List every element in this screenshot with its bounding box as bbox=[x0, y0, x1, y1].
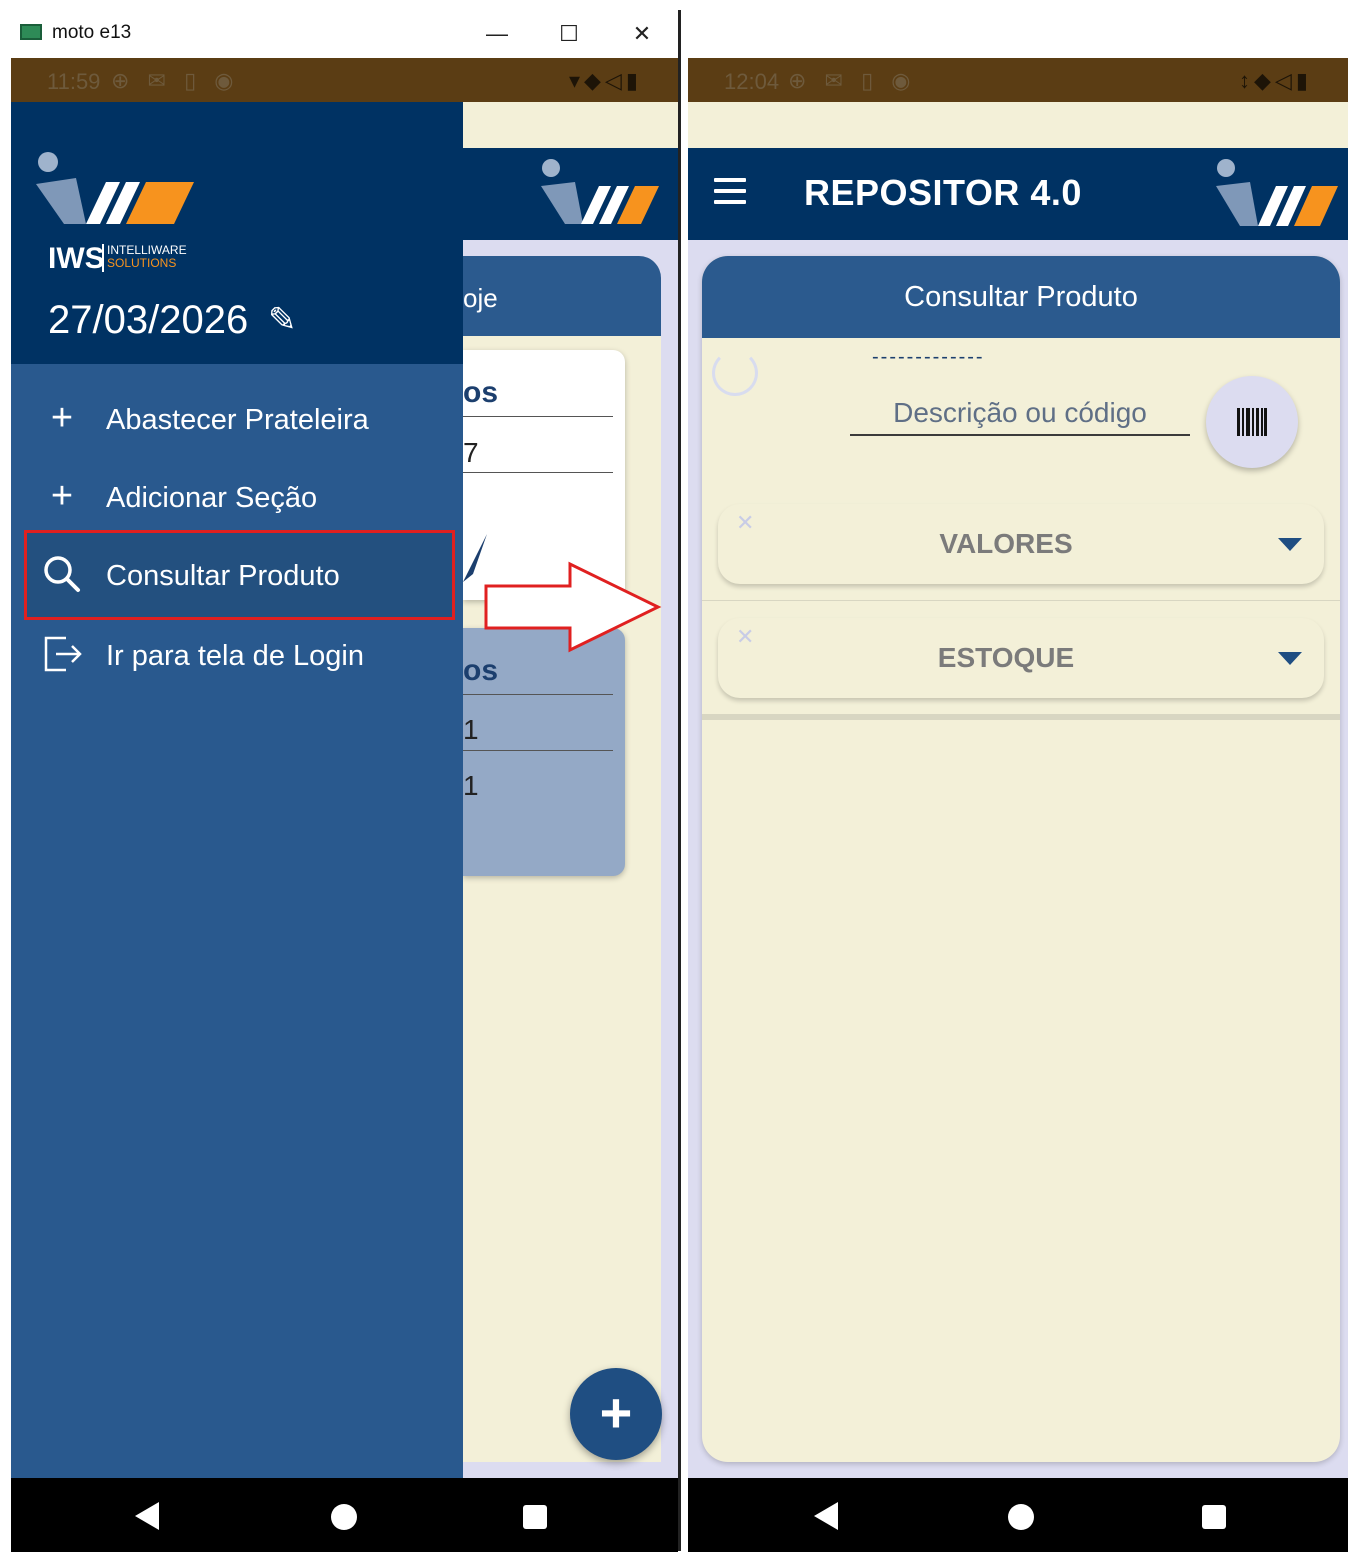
edit-date-icon[interactable]: ✎ bbox=[268, 300, 297, 340]
plus-icon: + bbox=[599, 1381, 633, 1444]
chevron-down-icon bbox=[1278, 538, 1302, 551]
home-icon[interactable] bbox=[1008, 1504, 1034, 1530]
minimize-button[interactable]: — bbox=[477, 14, 517, 54]
drawer-date: 27/03/2026 bbox=[48, 298, 249, 342]
menu-item-abastecer-prateleira[interactable]: + Abastecer Prateleira bbox=[24, 374, 455, 464]
chevron-down-icon bbox=[1278, 652, 1302, 665]
logo-subtitle: INTELLIWARE SOLUTIONS bbox=[107, 244, 187, 270]
divider bbox=[463, 694, 613, 695]
search-input[interactable] bbox=[850, 392, 1190, 436]
logo-sub-line-2: SOLUTIONS bbox=[107, 256, 177, 270]
menu-hamburger-icon[interactable] bbox=[714, 178, 746, 206]
maximize-button[interactable]: ☐ bbox=[549, 14, 589, 54]
accordion-label: ESTOQUE bbox=[937, 642, 1075, 673]
divider bbox=[463, 416, 613, 417]
app-title: REPOSITOR 4.0 bbox=[804, 172, 1082, 213]
home-icon[interactable] bbox=[331, 1504, 357, 1530]
blue-card-value: 1 bbox=[463, 714, 479, 745]
window-title: moto e13 bbox=[52, 22, 132, 43]
search-icon bbox=[42, 554, 82, 594]
logout-icon bbox=[42, 634, 82, 674]
divider bbox=[702, 714, 1340, 720]
blue-card-heading: os bbox=[463, 654, 499, 687]
refresh-icon[interactable] bbox=[712, 350, 758, 396]
white-card-value: 7 bbox=[463, 437, 479, 468]
app-bar-behind bbox=[463, 148, 678, 240]
status-system-icons: ▾◆◁▮ bbox=[569, 68, 642, 93]
menu-item-label: Abastecer Prateleira bbox=[106, 404, 369, 436]
plus-icon: + bbox=[50, 397, 74, 439]
android-nav-bar-right bbox=[688, 1478, 1348, 1552]
status-notification-icons: ⊕ ✉ ▯ ◉ bbox=[111, 68, 240, 93]
menu-item-label: Adicionar Seção bbox=[106, 482, 318, 514]
divider bbox=[463, 750, 613, 751]
menu-item-consultar-produto[interactable]: Consultar Produto bbox=[24, 530, 455, 620]
right-top-area bbox=[688, 0, 1348, 58]
menu-item-label: Ir para tela de Login bbox=[106, 640, 364, 672]
status-time: 11:59 bbox=[47, 69, 101, 94]
iws-logo-icon bbox=[36, 152, 194, 224]
recents-icon[interactable] bbox=[1202, 1505, 1226, 1529]
barcode-icon bbox=[1237, 408, 1267, 436]
white-card-heading: os bbox=[463, 376, 499, 409]
screenshot-divider bbox=[678, 10, 681, 1551]
annotation-arrow-icon bbox=[484, 561, 662, 653]
plus-icon: + bbox=[50, 475, 74, 517]
android-nav-bar-left bbox=[11, 1478, 678, 1552]
app-window-icon bbox=[20, 24, 42, 40]
logo-divider bbox=[102, 244, 104, 272]
close-button[interactable]: ✕ bbox=[622, 14, 662, 54]
divider bbox=[463, 472, 613, 473]
status-system-icons: ↕◆◁▮ bbox=[1239, 68, 1312, 93]
menu-item-label: Consultar Produto bbox=[106, 560, 340, 592]
menu-item-adicionar-secao[interactable]: + Adicionar Seção bbox=[24, 452, 455, 542]
product-name-placeholder: ------------- bbox=[872, 346, 985, 368]
barcode-scan-button[interactable] bbox=[1206, 376, 1298, 468]
card-header-fragment: oje bbox=[463, 283, 498, 313]
card-title: Consultar Produto bbox=[904, 281, 1138, 313]
accordion-label: VALORES bbox=[939, 528, 1073, 559]
status-time: 12:04 bbox=[724, 69, 780, 94]
accordion-valores[interactable]: ✕ VALORES bbox=[718, 504, 1324, 584]
divider bbox=[702, 600, 1340, 601]
recents-icon[interactable] bbox=[523, 1505, 547, 1529]
back-icon[interactable] bbox=[135, 1502, 159, 1530]
iws-logo-icon bbox=[1216, 159, 1338, 226]
iws-logo-icon bbox=[541, 159, 659, 224]
menu-item-ir-para-login[interactable]: Ir para tela de Login bbox=[24, 610, 455, 700]
status-bar-left: 11:59 ⊕ ✉ ▯ ◉ ▾◆◁▮ bbox=[11, 58, 678, 102]
status-bar-right: 12:04 ⊕ ✉ ▯ ◉ ↕◆◁▮ bbox=[688, 58, 1348, 102]
status-notification-icons: ⊕ ✉ ▯ ◉ bbox=[788, 68, 917, 93]
iws-logo-text: IWS bbox=[48, 242, 105, 275]
back-icon[interactable] bbox=[814, 1502, 838, 1530]
add-fab-button[interactable]: + bbox=[570, 1368, 662, 1460]
blue-card-value: 1 bbox=[463, 770, 479, 801]
accordion-estoque[interactable]: ✕ ESTOQUE bbox=[718, 618, 1324, 698]
